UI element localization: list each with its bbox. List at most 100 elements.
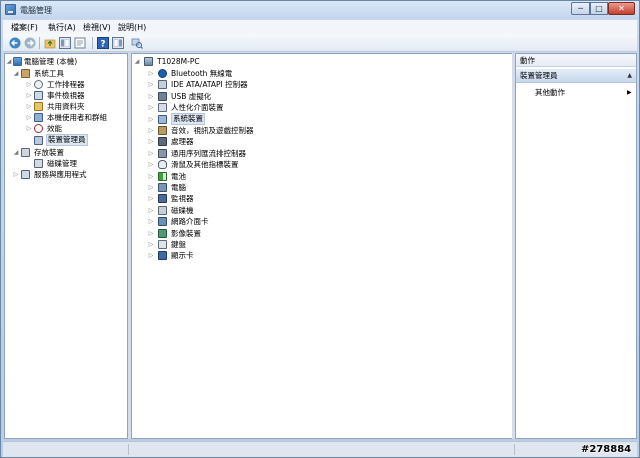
- back-arrow-icon[interactable]: [9, 37, 21, 49]
- collapse-up-icon[interactable]: ▲: [627, 69, 632, 83]
- device-category-row[interactable]: ▷ 滑鼠及其他指標裝置: [132, 159, 512, 170]
- expand-arrow-icon[interactable]: ▷: [148, 229, 154, 238]
- expand-arrow-icon[interactable]: ▷: [26, 80, 32, 89]
- device-category-row[interactable]: ▷ 網路介面卡: [132, 216, 512, 227]
- scan-hardware-icon[interactable]: [131, 37, 143, 49]
- imaging-device-icon: [158, 228, 167, 238]
- tree-label: 服務與應用程式: [34, 170, 87, 179]
- device-category-row[interactable]: ▷ 通用序列匯流排控制器: [132, 148, 512, 159]
- expand-arrow-icon[interactable]: ▷: [148, 240, 154, 249]
- submenu-arrow-icon[interactable]: ▶: [627, 87, 632, 98]
- toolbar-separator: [39, 37, 40, 49]
- hid-icon: [158, 103, 167, 113]
- expand-arrow-icon[interactable]: ▷: [26, 102, 32, 111]
- tree-item-system-tools[interactable]: ◢ 系統工具: [5, 68, 127, 79]
- tree-item-local-users-groups[interactable]: ▷ 本機使用者和群組: [5, 112, 127, 123]
- forward-arrow-icon[interactable]: [24, 37, 36, 49]
- device-category-label: 通用序列匯流排控制器: [171, 148, 246, 158]
- show-hide-action-pane-icon[interactable]: [112, 37, 124, 49]
- tree-item-device-manager[interactable]: 裝置管理員: [5, 134, 127, 146]
- device-category-row[interactable]: ▷ 顯示卡: [132, 250, 512, 261]
- device-category-row[interactable]: ▷ IDE ATA/ATAPI 控制器: [132, 79, 512, 90]
- tree-item-storage[interactable]: ◢ 存放裝置: [5, 147, 127, 158]
- device-manager-icon: [34, 136, 43, 145]
- expand-arrow-icon[interactable]: ▷: [148, 126, 154, 135]
- device-category-row[interactable]: ▷ 處理器: [132, 136, 512, 147]
- device-tree-root[interactable]: ◢ T1028M-PC: [132, 56, 512, 67]
- expand-arrow-icon[interactable]: ▷: [148, 115, 154, 124]
- device-category-label: 網路介面卡: [171, 217, 209, 227]
- device-category-row[interactable]: ▷ Bluetooth 無線電: [132, 68, 512, 79]
- help-icon[interactable]: ?: [97, 37, 109, 49]
- expand-arrow-icon[interactable]: ▷: [26, 113, 32, 122]
- device-category-label: 系統裝置: [171, 112, 205, 125]
- menu-file[interactable]: 檔案(F): [11, 22, 38, 33]
- show-hide-tree-icon[interactable]: [59, 37, 71, 49]
- expand-arrow-icon[interactable]: ▷: [148, 103, 154, 112]
- expand-arrow-icon[interactable]: ▷: [148, 149, 154, 158]
- device-category-row[interactable]: ▷ 磁碟機: [132, 205, 512, 216]
- tree-item-shared-folders[interactable]: ▷ 共用資料夾: [5, 101, 127, 112]
- computer-name: T1028M-PC: [157, 57, 200, 66]
- tree-item-task-scheduler[interactable]: ▷ 工作排程器: [5, 79, 127, 90]
- device-category-label: 音效，視訊及遊戲控制器: [171, 126, 254, 135]
- tree-item-services-applications[interactable]: ▷ 服務與應用程式: [5, 169, 127, 180]
- device-category-row[interactable]: ▷ 電腦: [132, 182, 512, 193]
- up-folder-icon[interactable]: [44, 37, 56, 49]
- monitor-icon: [158, 194, 167, 204]
- expand-arrow-icon[interactable]: ▷: [26, 124, 32, 133]
- collapse-arrow-icon[interactable]: ◢: [13, 148, 19, 157]
- device-category-label: 鍵盤: [171, 240, 186, 249]
- event-viewer-icon: [34, 91, 43, 100]
- processor-icon: [158, 137, 167, 147]
- expand-arrow-icon[interactable]: ▷: [148, 172, 154, 181]
- close-button[interactable]: ✕: [608, 2, 635, 15]
- audio-video-icon: [158, 126, 167, 135]
- expand-arrow-icon[interactable]: ▷: [148, 160, 154, 169]
- expand-arrow-icon[interactable]: ▷: [148, 137, 154, 146]
- more-actions-link[interactable]: 其他動作: [535, 87, 565, 98]
- tools-icon: [21, 69, 30, 78]
- expand-arrow-icon[interactable]: ▷: [148, 183, 154, 192]
- device-category-label: 磁碟機: [171, 205, 194, 215]
- device-category-row[interactable]: ▷ 系統裝置: [132, 112, 512, 125]
- minimize-button[interactable]: ─: [571, 2, 590, 15]
- expand-arrow-icon[interactable]: ▷: [148, 194, 154, 203]
- tree-label: 磁碟管理: [47, 159, 77, 168]
- expand-arrow-icon[interactable]: ▷: [148, 251, 154, 260]
- expand-arrow-icon[interactable]: ▷: [26, 91, 32, 100]
- actions-section-device-manager[interactable]: 裝置管理員 ▲: [516, 69, 636, 83]
- toolbar-separator: [92, 37, 93, 49]
- collapse-arrow-icon[interactable]: ◢: [6, 57, 12, 66]
- menu-view[interactable]: 檢視(V): [83, 22, 111, 33]
- expand-arrow-icon[interactable]: ▷: [148, 69, 154, 78]
- device-category-row[interactable]: ▷ 影像裝置: [132, 228, 512, 239]
- menu-action[interactable]: 執行(A): [48, 22, 76, 33]
- device-category-row[interactable]: ▷ 電池: [132, 171, 512, 182]
- expand-arrow-icon[interactable]: ▷: [148, 92, 154, 101]
- device-category-row[interactable]: ▷ 鍵盤: [132, 239, 512, 250]
- device-category-row[interactable]: ▷ 人性化介面裝置: [132, 102, 512, 113]
- properties-icon[interactable]: [74, 37, 86, 49]
- tree-item-performance[interactable]: ▷ 效能: [5, 123, 127, 134]
- collapse-arrow-icon[interactable]: ◢: [13, 69, 19, 78]
- tree-item-event-viewer[interactable]: ▷ 事件檢視器: [5, 90, 127, 101]
- menu-help[interactable]: 說明(H): [118, 22, 146, 33]
- device-category-row[interactable]: ▷ 監視器: [132, 193, 512, 204]
- expand-arrow-icon[interactable]: ▷: [148, 217, 154, 226]
- services-icon: [21, 170, 30, 179]
- device-category-label: 人性化介面裝置: [171, 103, 224, 113]
- tree-item-disk-management[interactable]: 磁碟管理: [5, 158, 127, 169]
- tree-label: 事件檢視器: [47, 91, 85, 100]
- device-category-row[interactable]: ▷ 音效，視訊及遊戲控制器: [132, 125, 512, 136]
- device-category-row[interactable]: ▷ USB 虛擬化: [132, 91, 512, 102]
- expand-arrow-icon[interactable]: ▷: [148, 206, 154, 215]
- tree-root-computer-management[interactable]: ◢ 電腦管理 (本機): [5, 56, 127, 67]
- expand-arrow-icon[interactable]: ▷: [13, 170, 19, 179]
- tree-label: 電腦管理 (本機): [24, 57, 78, 66]
- collapse-arrow-icon[interactable]: ◢: [134, 57, 140, 66]
- tree-label: 系統工具: [34, 69, 64, 78]
- expand-arrow-icon[interactable]: ▷: [148, 80, 154, 89]
- maximize-button[interactable]: □: [590, 2, 608, 15]
- disk-icon: [34, 159, 43, 168]
